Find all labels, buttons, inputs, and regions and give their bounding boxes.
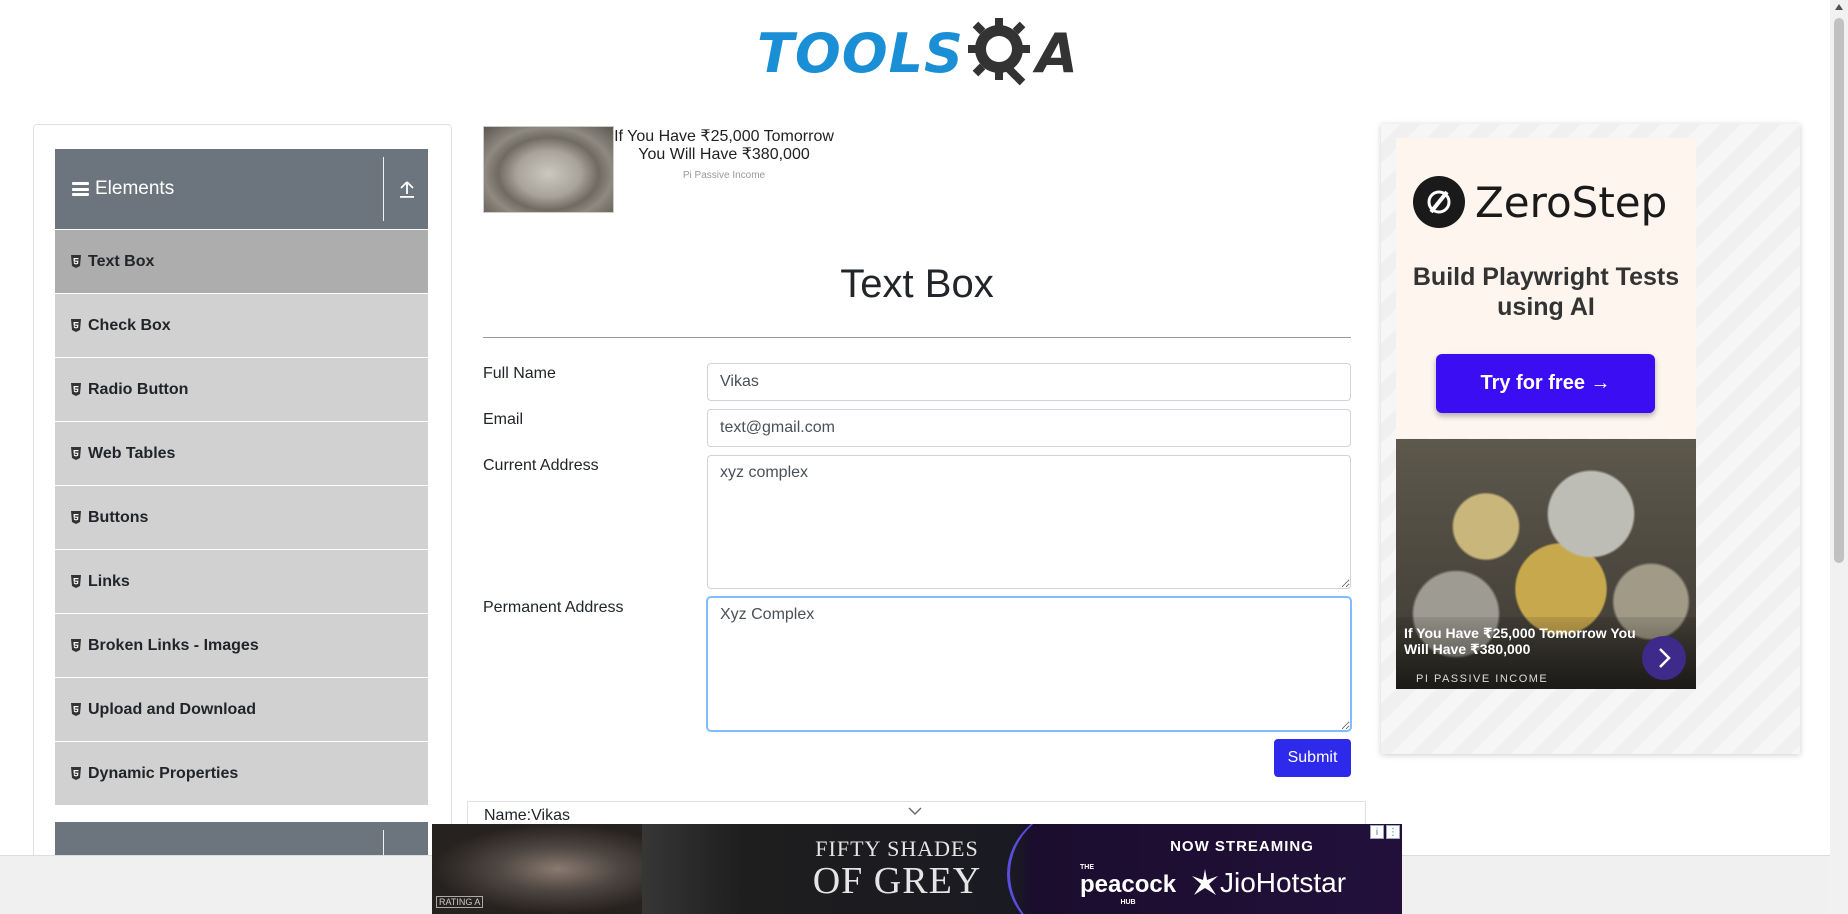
zerostep-card[interactable]: ZeroStep Build Playwright Tests using AI… — [1396, 138, 1696, 438]
collapse-icon[interactable] — [398, 179, 416, 199]
sidebar-item-label: Web Tables — [88, 444, 176, 462]
logo-text-a: A — [1035, 21, 1078, 85]
peacock-logo: THE peacock HUB — [1080, 864, 1176, 906]
submit-button[interactable]: Submit — [1274, 739, 1351, 777]
zerostep-brand: ZeroStep — [1475, 177, 1668, 227]
ad-zerostep[interactable]: ZeroStep Build Playwright Tests using AI… — [1381, 124, 1800, 754]
group-divider — [383, 157, 384, 221]
coins-ad-card[interactable]: If You Have ₹25,000 Tomorrow You Will Ha… — [1396, 439, 1696, 689]
adchoices-menu-icon[interactable]: ⋮ — [1386, 825, 1400, 839]
sidebar-item-label: Radio Button — [88, 380, 189, 398]
html5-icon — [71, 639, 81, 652]
html5-icon — [71, 255, 81, 268]
group-header-elements[interactable]: Elements — [55, 149, 428, 229]
logo-text-tools: TOOLS — [757, 21, 964, 85]
current-address-textarea[interactable]: xyz complex — [707, 455, 1351, 589]
group-title: Elements — [95, 178, 175, 199]
email-label: Email — [483, 411, 524, 428]
title-divider — [483, 337, 1351, 338]
html5-icon — [71, 575, 81, 588]
banner-movie-title: FIFTY SHADES OF GREY — [772, 836, 1022, 900]
ad-banner-top[interactable]: If You Have ₹25,000 Tomorrow You Will Ha… — [483, 126, 1263, 214]
sidebar-item-broken-links[interactable]: Broken Links - Images — [55, 614, 428, 678]
peacock-hub: HUB — [1120, 899, 1136, 906]
page-scrollbar[interactable] — [1830, 0, 1848, 914]
sidebar-item-buttons[interactable]: Buttons — [55, 486, 428, 550]
hamburger-icon — [72, 182, 89, 196]
email-input[interactable] — [707, 409, 1351, 447]
output-name: Name:Vikas — [484, 807, 570, 824]
peacock-text: peacock — [1080, 871, 1177, 898]
html5-icon — [71, 383, 81, 396]
adchoices[interactable]: i ⋮ — [1370, 825, 1400, 839]
sidebar-item-label: Text Box — [88, 252, 155, 270]
zerostep-logo-icon — [1413, 176, 1465, 228]
toolsqa-logo[interactable]: TOOLS A — [757, 16, 1078, 90]
chevron-down-icon[interactable] — [908, 806, 922, 816]
sidebar-item-text-box[interactable]: Text Box — [55, 230, 428, 294]
coins-headline: If You Have ₹25,000 Tomorrow You Will Ha… — [1404, 625, 1636, 657]
html5-icon — [71, 447, 81, 460]
sidebar-menu: Text Box Check Box Radio Button Web Tabl… — [55, 230, 428, 806]
page-header: TOOLS A — [0, 0, 1830, 105]
full-name-label: Full Name — [483, 365, 556, 382]
coin-image — [483, 126, 614, 213]
ad-source: Pi Passive Income — [682, 170, 766, 181]
current-address-label: Current Address — [483, 457, 599, 474]
banner-rating: RATING A — [436, 896, 484, 908]
sidebar-item-links[interactable]: Links — [55, 550, 428, 614]
sidebar-item-web-tables[interactable]: Web Tables — [55, 422, 428, 486]
scroll-up-arrow-icon[interactable] — [1835, 4, 1843, 10]
ad-banner-bottom[interactable]: RATING A FIFTY SHADES OF GREY NOW STREAM… — [432, 824, 1402, 914]
sidebar-item-label: Dynamic Properties — [88, 764, 239, 782]
try-for-free-button[interactable]: Try for free → — [1436, 354, 1655, 413]
sidebar-item-label: Check Box — [88, 316, 171, 334]
gear-magnifier-icon — [967, 18, 1030, 86]
zerostep-logo: ZeroStep — [1413, 176, 1667, 228]
coins-source: PI PASSIVE INCOME — [1416, 673, 1549, 685]
left-panel: Elements Text Box Check Box Radio Button… — [33, 124, 452, 914]
permanent-address-textarea[interactable]: Xyz Complex — [707, 597, 1351, 731]
zerostep-tagline: Build Playwright Tests using AI — [1412, 263, 1680, 321]
html5-icon — [71, 511, 81, 524]
chevron-right-icon[interactable] — [1642, 636, 1686, 680]
sidebar-item-radio-button[interactable]: Radio Button — [55, 358, 428, 422]
sidebar-item-label: Buttons — [88, 508, 149, 526]
peacock-the: THE — [1080, 864, 1094, 871]
scroll-thumb[interactable] — [1834, 18, 1844, 563]
full-name-input[interactable] — [707, 363, 1351, 401]
sidebar-item-upload-download[interactable]: Upload and Download — [55, 678, 428, 742]
adchoices-info-icon[interactable]: i — [1370, 825, 1384, 839]
banner-title-line2: OF GREY — [812, 860, 982, 902]
page-title: Text Box — [840, 262, 994, 306]
sidebar-item-dynamic-properties[interactable]: Dynamic Properties — [55, 742, 428, 806]
jiohotstar-logo: JioHotstar — [1190, 867, 1346, 899]
jiohotstar-text: JioHotstar — [1220, 867, 1347, 898]
banner-title-line1: FIFTY SHADES — [815, 836, 979, 861]
ad-headline: If You Have ₹25,000 Tomorrow You Will Ha… — [614, 128, 834, 163]
banner-now-streaming: NOW STREAMING — [1170, 838, 1314, 855]
html5-icon — [71, 703, 81, 716]
sidebar-item-label: Links — [88, 572, 130, 590]
sidebar-item-label: Broken Links - Images — [88, 636, 259, 654]
sidebar-item-check-box[interactable]: Check Box — [55, 294, 428, 358]
star-icon — [1192, 869, 1218, 895]
html5-icon — [71, 767, 81, 780]
permanent-address-label: Permanent Address — [483, 599, 624, 616]
sidebar-item-label: Upload and Download — [88, 700, 256, 718]
html5-icon — [71, 319, 81, 332]
